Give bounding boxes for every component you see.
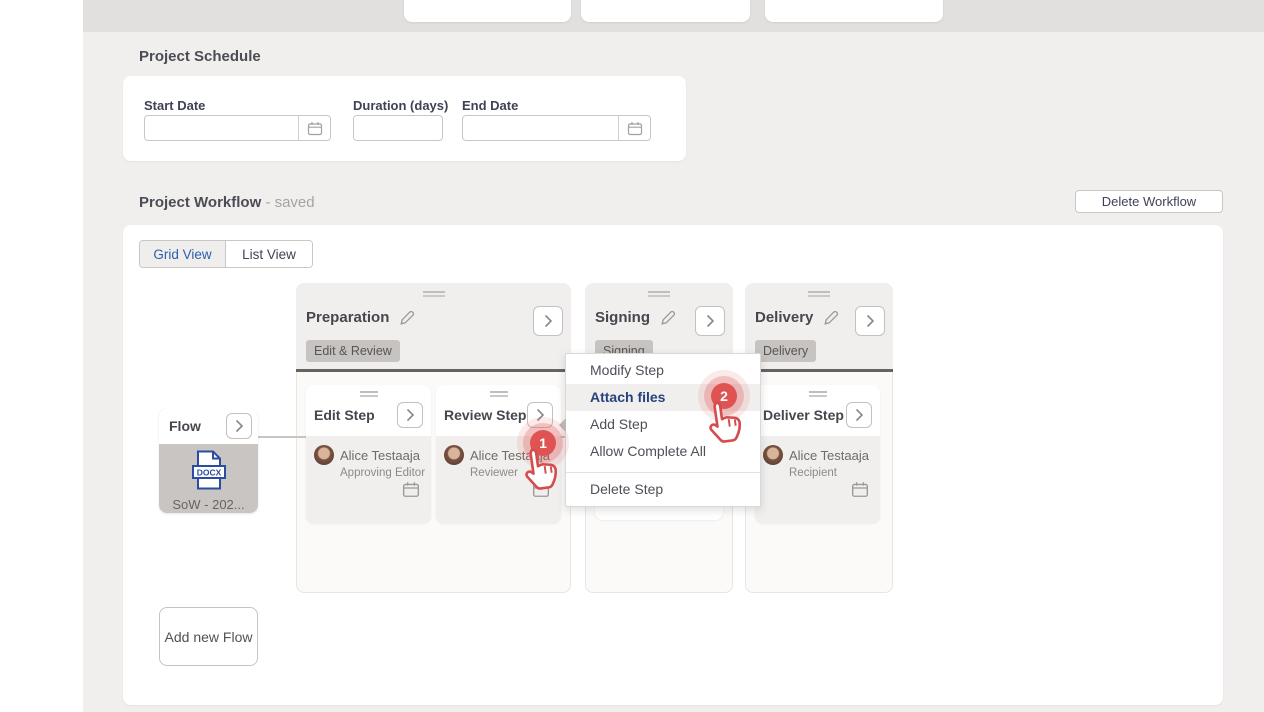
add-new-flow-button[interactable]: Add new Flow (159, 607, 258, 666)
workflow-title: Project Workflow (139, 194, 261, 211)
step-expand-button[interactable] (527, 402, 553, 428)
tab-list-view[interactable]: List View (226, 241, 312, 267)
column-header-delivery[interactable]: Delivery Delivery (745, 283, 893, 369)
drag-handle-icon[interactable] (423, 291, 445, 297)
step-calendar-button[interactable] (402, 481, 420, 503)
edit-pencil-icon[interactable] (823, 310, 839, 326)
drag-handle-icon[interactable] (648, 291, 670, 297)
end-date-calendar-button[interactable] (618, 116, 650, 140)
workflow-status: - saved (265, 194, 314, 211)
column-phase-badge: Edit & Review (306, 340, 400, 362)
step-title: Review Step (444, 407, 526, 423)
menu-item-delete-step[interactable]: Delete Step (566, 476, 760, 503)
tab-grid-view[interactable]: Grid View (140, 241, 226, 267)
calendar-icon (307, 121, 323, 136)
flow-expand-button[interactable] (226, 413, 252, 439)
flow-card[interactable]: Flow DOCX SoW - 202... (159, 408, 258, 513)
edit-pencil-icon[interactable] (660, 310, 676, 326)
top-partial-card (765, 0, 943, 22)
menu-item-modify-step[interactable]: Modify Step (566, 357, 760, 384)
start-date-label: Start Date (144, 98, 205, 113)
assignee-name: Alice Testaaja (340, 448, 420, 463)
column-expand-button[interactable] (695, 306, 725, 336)
chevron-right-icon (706, 314, 715, 328)
schedule-card: Start Date Duration (days) End Date (123, 76, 686, 161)
drag-handle-icon[interactable] (808, 291, 830, 297)
chevron-right-icon (406, 408, 415, 422)
step-card-edit[interactable]: Edit Step Alice Testaaja Approving Edito… (306, 385, 431, 523)
column-title: Preparation (306, 309, 389, 326)
click-hand-cursor-icon (700, 396, 751, 452)
column-title: Delivery (755, 309, 813, 326)
edit-pencil-icon[interactable] (399, 310, 415, 326)
assignee-role: Approving Editor (340, 467, 423, 479)
flow-connector-line (258, 436, 306, 438)
top-partial-card (404, 0, 571, 22)
step-title: Edit Step (314, 407, 375, 423)
menu-separator (566, 472, 760, 473)
column-header-preparation[interactable]: Preparation Edit & Review (296, 283, 571, 369)
step-calendar-button[interactable] (851, 481, 869, 503)
step-title: Deliver Step (763, 407, 844, 423)
svg-text:DOCX: DOCX (196, 468, 221, 478)
step-expand-button[interactable] (846, 402, 872, 428)
view-tabs: Grid View List View (139, 240, 313, 268)
start-date-calendar-button[interactable] (298, 116, 330, 140)
end-date-input[interactable] (462, 115, 651, 141)
avatar (763, 445, 783, 465)
click-hand-cursor-icon (516, 443, 567, 499)
chevron-right-icon (235, 419, 244, 433)
chevron-right-icon (544, 314, 553, 328)
step-expand-button[interactable] (397, 402, 423, 428)
flow-file-name: SoW - 202... (159, 497, 258, 512)
assignee-role: Recipient (789, 467, 872, 479)
column-title: Signing (595, 309, 650, 326)
schedule-title: Project Schedule (139, 48, 261, 65)
assignee-name: Alice Testaaja (789, 448, 869, 463)
workflow-heading: Project Workflow - saved (139, 194, 315, 211)
column-expand-button[interactable] (855, 306, 885, 336)
duration-input[interactable] (353, 115, 443, 141)
avatar (444, 445, 464, 465)
top-partial-card (581, 0, 750, 22)
chevron-right-icon (536, 408, 545, 422)
step-card-deliver[interactable]: Deliver Step Alice Testaaja Recipient (755, 385, 880, 523)
docx-file-icon: DOCX (191, 450, 227, 490)
calendar-icon (627, 121, 643, 136)
end-date-label: End Date (462, 98, 518, 113)
app-canvas: Project Schedule Start Date Duration (da… (0, 0, 1264, 712)
flow-title: Flow (169, 418, 201, 434)
chevron-right-icon (866, 314, 875, 328)
calendar-icon (402, 481, 420, 498)
chevron-right-icon (855, 408, 864, 422)
column-phase-badge: Delivery (755, 340, 816, 362)
menu-anchor-arrow-icon (559, 418, 566, 432)
delete-workflow-button[interactable]: Delete Workflow (1075, 190, 1223, 213)
calendar-icon (851, 481, 869, 498)
column-expand-button[interactable] (533, 306, 563, 336)
duration-label: Duration (days) (353, 98, 448, 113)
start-date-input[interactable] (144, 115, 331, 141)
avatar (314, 445, 334, 465)
